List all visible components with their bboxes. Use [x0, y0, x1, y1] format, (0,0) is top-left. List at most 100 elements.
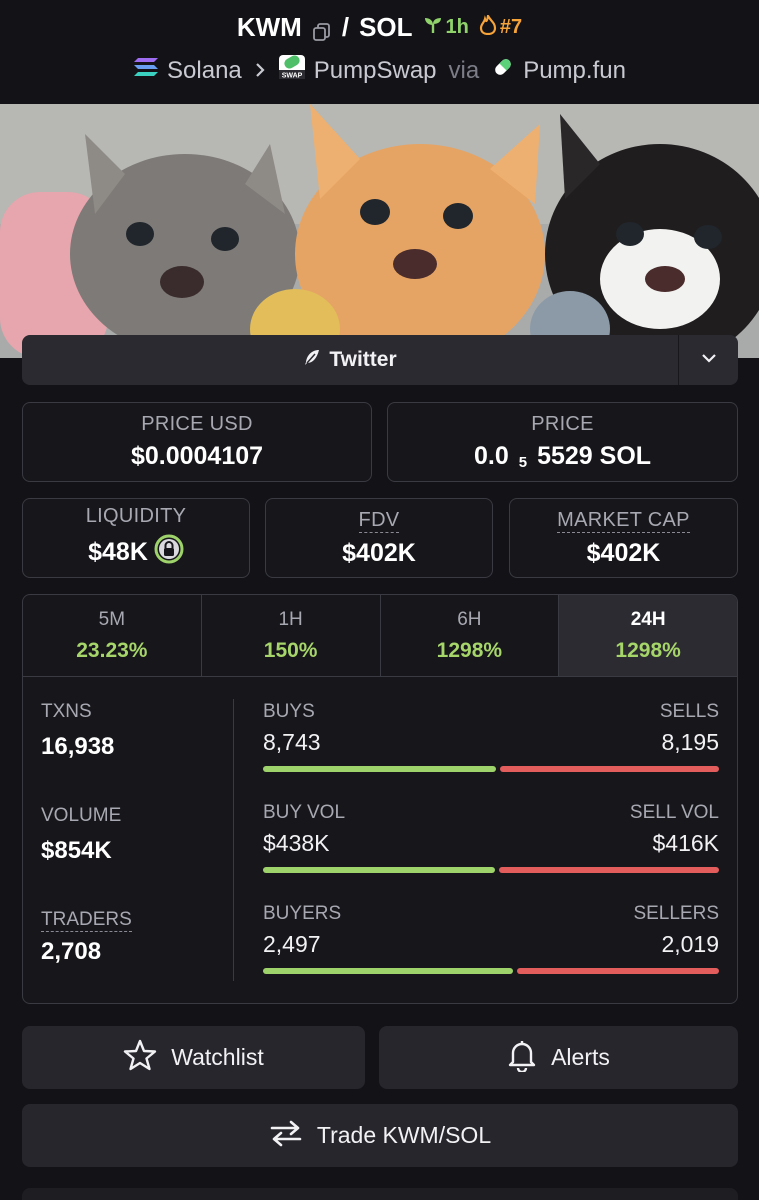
buys-sells-ratio-bar [263, 766, 719, 772]
trade-label: Trade KWM/SOL [316, 1122, 492, 1148]
pair-age-badge: 1h [423, 15, 469, 41]
twitter-label: Twitter [329, 348, 397, 371]
tab-6h[interactable]: 6H 1298% [381, 595, 560, 676]
stats-panel: 5M 23.23% 1H 150% 6H 1298% 24H 1298% TXN… [22, 594, 738, 1004]
trending-rank-badge[interactable]: #7 [479, 12, 523, 41]
fdv-value: $402K [342, 538, 416, 567]
price-native-suffix: 5529 SOL [537, 442, 652, 470]
traders-value: 2,708 [41, 938, 102, 965]
price-native-prefix: 0.0 [473, 442, 509, 470]
sell-vol-value: $416K [652, 830, 719, 856]
tab-24h-change: 1298% [615, 638, 681, 662]
price-native-label: PRICE [531, 413, 594, 435]
chain-link[interactable]: Solana [133, 56, 242, 85]
sells-label: SELLS [659, 701, 719, 722]
price-native-card: PRICE 0.0 5 5529 SOL [387, 402, 738, 482]
volume-value: $854K [41, 837, 112, 864]
sells-value: 8,195 [661, 729, 719, 755]
liquidity-card: LIQUIDITY $48K [22, 498, 250, 578]
market-cap-card: MARKET CAP $402K [509, 498, 738, 578]
watchlist-button[interactable]: Watchlist [22, 1026, 365, 1089]
txns-value: 16,938 [41, 733, 115, 760]
swap-arrows-icon [269, 1119, 303, 1153]
buy-vol-value: $438K [263, 830, 330, 856]
traders-label[interactable]: TRADERS [41, 909, 132, 932]
twitter-button[interactable]: Twitter [22, 335, 678, 385]
alerts-button[interactable]: Alerts [379, 1026, 738, 1089]
volume-metric: VOLUME $854K [41, 805, 231, 865]
seedling-icon [423, 15, 443, 41]
tab-5m[interactable]: 5M 23.23% [23, 595, 202, 676]
volume-label: VOLUME [41, 805, 122, 826]
chevron-right-icon [254, 57, 266, 85]
base-token-symbol: KWM [236, 12, 302, 42]
alerts-label: Alerts [551, 1044, 610, 1070]
copy-icon[interactable] [312, 18, 332, 41]
locked-liquidity-icon[interactable] [154, 534, 184, 571]
price-usd-value: $0.0004107 [130, 442, 264, 470]
pair-title: KWM / SOL 1h #7 [0, 12, 759, 43]
trending-rank-text: #7 [499, 16, 523, 38]
socials-expand-button[interactable] [678, 335, 738, 385]
price-usd-card: PRICE USD $0.0004107 [22, 402, 372, 482]
next-section-edge [22, 1188, 738, 1200]
traders-metric: TRADERS 2,708 [41, 909, 231, 966]
tab-1h-label: 1H [278, 608, 303, 630]
price-usd-label: PRICE USD [141, 413, 253, 435]
star-icon [123, 1038, 157, 1078]
tab-24h-label: 24H [630, 608, 666, 630]
stats-divider [233, 699, 234, 981]
swap-badge-text: SWAP [281, 73, 302, 80]
buyers-value: 2,497 [263, 931, 321, 957]
price-native-zero-count: 5 [518, 454, 528, 471]
pumpswap-logo-icon: SWAP [278, 54, 306, 87]
sell-vol-label: SELL VOL [629, 802, 719, 823]
fdv-label[interactable]: FDV [358, 509, 400, 533]
sells-ratio-fill [500, 766, 719, 772]
txns-metric: TXNS 16,938 [41, 701, 231, 761]
buy-vol-label: BUY VOL [263, 802, 346, 823]
fdv-card: FDV $402K [265, 498, 493, 578]
market-cap-label[interactable]: MARKET CAP [557, 509, 690, 533]
volume-ratio-bar [263, 867, 719, 873]
dex-link[interactable]: SWAP PumpSwap [278, 54, 437, 87]
price-native-value: 0.0 5 5529 SOL [474, 442, 651, 471]
quote-token-symbol: SOL [359, 12, 413, 42]
launchpad-name: Pump.fun [523, 56, 626, 84]
buyers-ratio-fill [263, 968, 513, 974]
tab-1h[interactable]: 1H 150% [202, 595, 381, 676]
launchpad-link[interactable]: Pump.fun [491, 55, 626, 86]
bell-icon [507, 1038, 537, 1078]
tab-6h-label: 6H [457, 608, 482, 630]
sellers-ratio-fill [517, 968, 719, 974]
pill-icon [491, 55, 515, 86]
solana-logo-icon [133, 56, 159, 85]
dex-name: PumpSwap [313, 56, 437, 84]
sell-vol-ratio-fill [499, 867, 719, 873]
pair-age-text: 1h [445, 16, 469, 38]
breadcrumb: Solana SWAP PumpSwap via Pump.fun [0, 54, 759, 87]
chevron-down-icon [701, 351, 717, 369]
buys-sells-row: BUYS SELLS 8,743 8,195 [263, 701, 719, 775]
buys-ratio-fill [263, 766, 496, 772]
totals-column: TXNS 16,938 VOLUME $854K TRADERS 2,708 [41, 701, 231, 1003]
chain-name: Solana [167, 56, 242, 84]
liquidity-value-row: $48K [88, 534, 184, 571]
watchlist-label: Watchlist [171, 1044, 264, 1070]
buyers-label: BUYERS [263, 903, 342, 924]
tab-5m-label: 5M [98, 608, 126, 630]
tab-5m-change: 23.23% [76, 638, 148, 662]
sellers-label: SELLERS [633, 903, 719, 924]
trade-button[interactable]: Trade KWM/SOL [22, 1104, 738, 1167]
buys-value: 8,743 [263, 729, 321, 755]
token-banner-image [0, 104, 759, 358]
via-label: via [448, 56, 480, 84]
flame-icon [479, 12, 497, 41]
tab-6h-change: 1298% [436, 638, 503, 662]
twitter-feather-icon [303, 348, 321, 372]
buyers-sellers-row: BUYERS SELLERS 2,497 2,019 [263, 903, 719, 977]
txns-label: TXNS [41, 701, 92, 722]
tab-24h[interactable]: 24H 1298% [559, 595, 737, 676]
split-column: BUYS SELLS 8,743 8,195 BUY VOL SELL VOL … [263, 701, 719, 1003]
sellers-value: 2,019 [661, 931, 719, 957]
